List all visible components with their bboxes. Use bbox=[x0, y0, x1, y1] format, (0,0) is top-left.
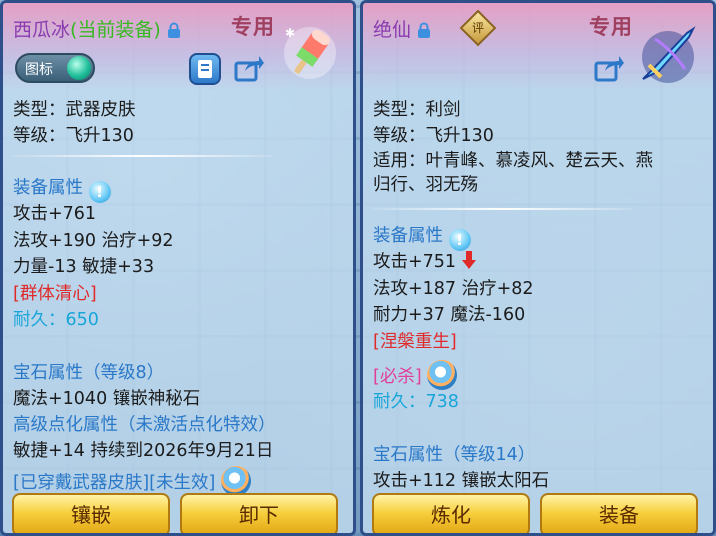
item-name: 西瓜冰 bbox=[13, 19, 71, 41]
type-line: 类型：武器皮肤 bbox=[13, 100, 136, 120]
endurance-line: 耐力+37 魔法-160 bbox=[373, 305, 526, 325]
attack-value: 攻击+751 bbox=[373, 252, 457, 272]
skill-tag-1: [涅槃重生] bbox=[373, 332, 457, 352]
magic-attack-line: 法攻+187 治疗+82 bbox=[373, 279, 534, 299]
usable-line-2: 归行、羽无殇 bbox=[373, 175, 478, 195]
unequip-button[interactable]: 卸下 bbox=[180, 493, 338, 533]
lock-icon bbox=[167, 22, 180, 38]
popsicle-icon: ✱ bbox=[279, 23, 341, 85]
share-button[interactable] bbox=[593, 53, 625, 87]
gem-value-line: 攻击+112 镶嵌太阳石 bbox=[373, 471, 550, 491]
gem-attr-header: 宝石属性（等级14） bbox=[373, 445, 536, 465]
equip-button[interactable]: 装备 bbox=[540, 493, 698, 533]
durability-label: 耐久： bbox=[373, 392, 426, 412]
durability-line: 耐久：738 bbox=[373, 390, 459, 414]
skill-tag: [群体清心] bbox=[13, 284, 97, 304]
level-line: 等级：飞升130 bbox=[13, 126, 134, 146]
refresh-swirl-icon[interactable] bbox=[427, 360, 458, 390]
equip-attr-title: 装备属性 bbox=[373, 226, 443, 246]
item-name: 绝仙 bbox=[373, 19, 412, 41]
equip-attr-title: 装备属性 bbox=[13, 178, 83, 198]
share-button[interactable] bbox=[233, 53, 265, 87]
durability-value: 738 bbox=[425, 392, 459, 412]
sword-icon bbox=[635, 25, 701, 89]
refresh-swirl-icon[interactable] bbox=[220, 466, 251, 496]
lock-icon bbox=[418, 22, 431, 38]
item-title: 绝仙 bbox=[373, 15, 431, 42]
refine-button[interactable]: 炼化 bbox=[372, 493, 530, 533]
magic-attack-line: 法攻+190 治疗+92 bbox=[13, 231, 174, 251]
special-label: 专用 bbox=[231, 15, 275, 39]
attack-line: 攻击+751 bbox=[373, 250, 476, 274]
skin-status-text: [已穿戴武器皮肤][未生效] bbox=[13, 473, 216, 493]
durability-line: 耐久：650 bbox=[13, 308, 99, 332]
equip-attr-header: 装备属性 ! bbox=[373, 224, 471, 251]
skill-tag-2: [必杀] bbox=[373, 367, 422, 387]
current-equip-tag: (当前装备) bbox=[70, 19, 161, 41]
attack-line: 攻击+761 bbox=[13, 204, 97, 224]
info-icon[interactable]: ! bbox=[88, 181, 111, 203]
toggle-knob bbox=[67, 56, 91, 80]
str-agi-line: 力量-13 敏捷+33 bbox=[13, 257, 155, 277]
rating-badge-label: 评 bbox=[471, 21, 484, 35]
svg-text:✱: ✱ bbox=[285, 26, 295, 40]
inlay-button[interactable]: 镶嵌 bbox=[12, 493, 170, 533]
gem-value-line: 魔法+1040 镶嵌神秘石 bbox=[13, 389, 201, 409]
current-equipment-panel: 西瓜冰(当前装备) 专用 ✱ 图标 类型：武器皮肤 等级：飞升130 装备属性 … bbox=[0, 0, 356, 536]
divider bbox=[13, 155, 273, 157]
durability-value: 650 bbox=[65, 310, 99, 330]
item-detail-button[interactable] bbox=[189, 53, 221, 85]
compare-equipment-panel: 绝仙 评 专用 类型：利剑 等级：飞升130 适用：叶青峰、慕凌风、楚云天、燕 … bbox=[360, 0, 716, 536]
level-line: 等级：飞升130 bbox=[373, 126, 494, 146]
share-icon bbox=[594, 56, 624, 82]
skin-status-line: [已穿戴武器皮肤][未生效] bbox=[13, 466, 251, 496]
advanced-value-line: 敏捷+14 持续到2026年9月21日 bbox=[13, 441, 274, 461]
share-icon bbox=[234, 56, 264, 82]
divider bbox=[373, 208, 633, 210]
icon-toggle-label: 图标 bbox=[25, 62, 53, 78]
usable-line-1: 适用：叶青峰、慕凌风、楚云天、燕 bbox=[373, 151, 653, 171]
type-line: 类型：利剑 bbox=[373, 100, 461, 120]
card-icon bbox=[198, 60, 212, 78]
arrow-down-icon bbox=[461, 251, 476, 269]
durability-label: 耐久： bbox=[13, 310, 66, 330]
advanced-attr-header: 高级点化属性（未激活点化特效） bbox=[13, 415, 276, 435]
item-title: 西瓜冰(当前装备) bbox=[13, 15, 181, 42]
info-icon[interactable]: ! bbox=[448, 229, 471, 251]
special-label: 专用 bbox=[589, 15, 633, 39]
equip-attr-header: 装备属性 ! bbox=[13, 176, 111, 203]
skill-tag-2-line: [必杀] bbox=[373, 360, 458, 390]
gem-attr-header: 宝石属性（等级8） bbox=[13, 363, 165, 383]
icon-toggle[interactable]: 图标 bbox=[15, 53, 95, 83]
